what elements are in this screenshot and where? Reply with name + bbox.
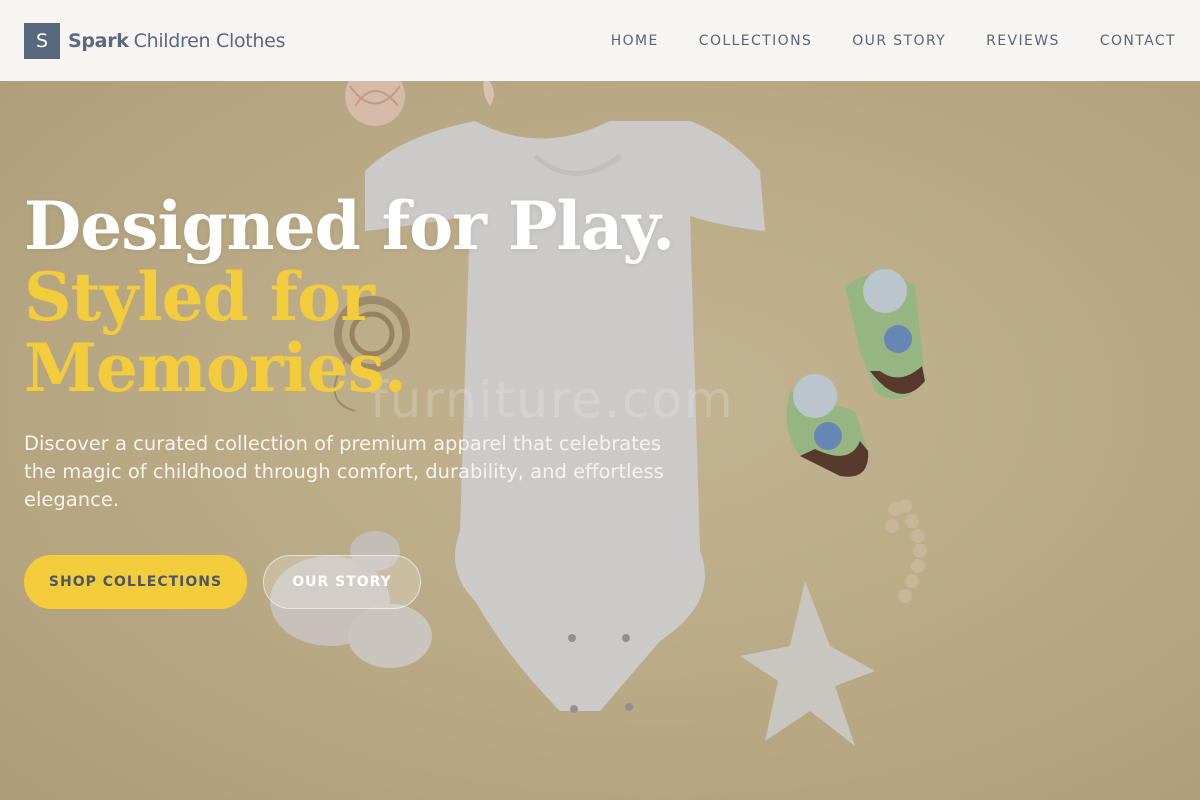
nav-our-story[interactable]: OUR STORY (852, 33, 946, 49)
hero-description: Discover a curated collection of premium… (24, 432, 664, 511)
nav-collections[interactable]: COLLECTIONS (699, 33, 812, 49)
brand-name: Spark Children Clothes (68, 30, 285, 52)
hero-section: furniture.com Designed for Play. Styled … (0, 81, 1200, 800)
nav-contact[interactable]: CONTACT (1100, 33, 1176, 49)
our-story-button[interactable]: OUR STORY (263, 555, 421, 609)
headline-line-3: Memories. (24, 329, 407, 407)
brand-name-bold: Spark (68, 29, 129, 52)
headline-line-2: Styled for (24, 258, 375, 336)
shop-collections-button[interactable]: SHOP COLLECTIONS (24, 555, 247, 609)
site-header: S Spark Children Clothes HOME COLLECTIONS… (0, 0, 1200, 81)
nav-reviews[interactable]: REVIEWS (986, 33, 1060, 49)
brand-name-regular: Children Clothes (133, 29, 286, 52)
logo-mark-icon: S (24, 22, 60, 59)
headline-line-1: Designed for Play. (24, 187, 675, 265)
nav-home[interactable]: HOME (611, 33, 659, 49)
main-nav: HOME COLLECTIONS OUR STORY REVIEWS CONTA… (571, 0, 1176, 81)
hero-headline: Designed for Play. Styled for Memories. (24, 187, 675, 407)
brand-logo[interactable]: S Spark Children Clothes (24, 22, 285, 59)
